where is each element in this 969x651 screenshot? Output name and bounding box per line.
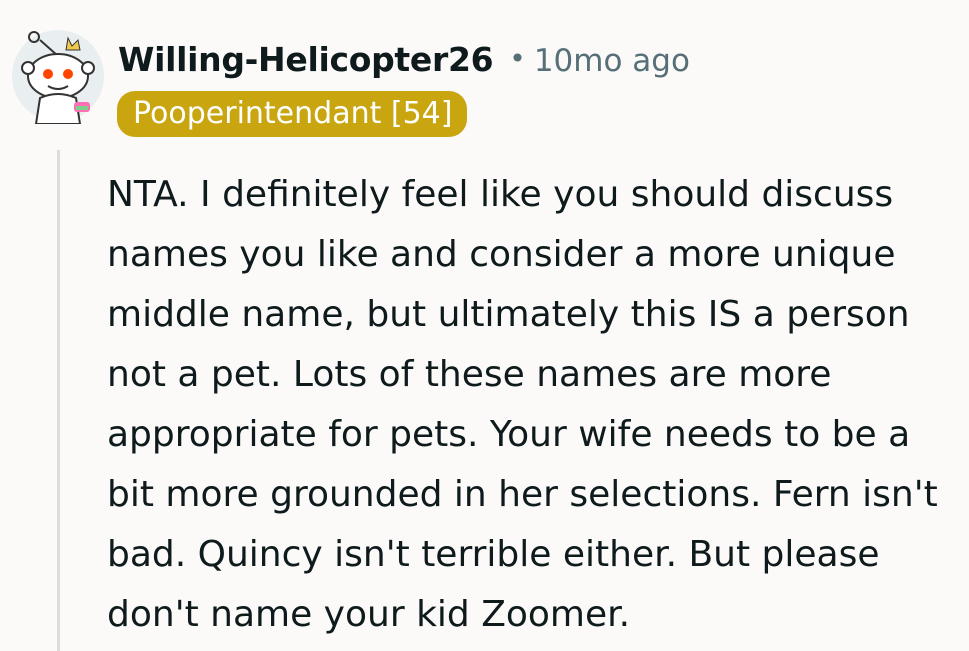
comment-header: Willing-Helicopter26 • 10mo ago [118, 40, 690, 79]
author-name[interactable]: Willing-Helicopter26 [118, 40, 494, 79]
user-flair-badge: Pooperintendant [54] [117, 91, 468, 137]
meta-separator: • [509, 42, 526, 75]
thread-line[interactable] [57, 150, 60, 651]
user-avatar[interactable] [10, 28, 106, 125]
timestamp[interactable]: 10mo ago [534, 43, 690, 79]
comment-body: NTA. I definitely feel like you should d… [107, 174, 938, 635]
snoo-avatar-icon [12, 30, 104, 125]
comment: Willing-Helicopter26 • 10mo ago Pooperinte… [0, 0, 969, 651]
